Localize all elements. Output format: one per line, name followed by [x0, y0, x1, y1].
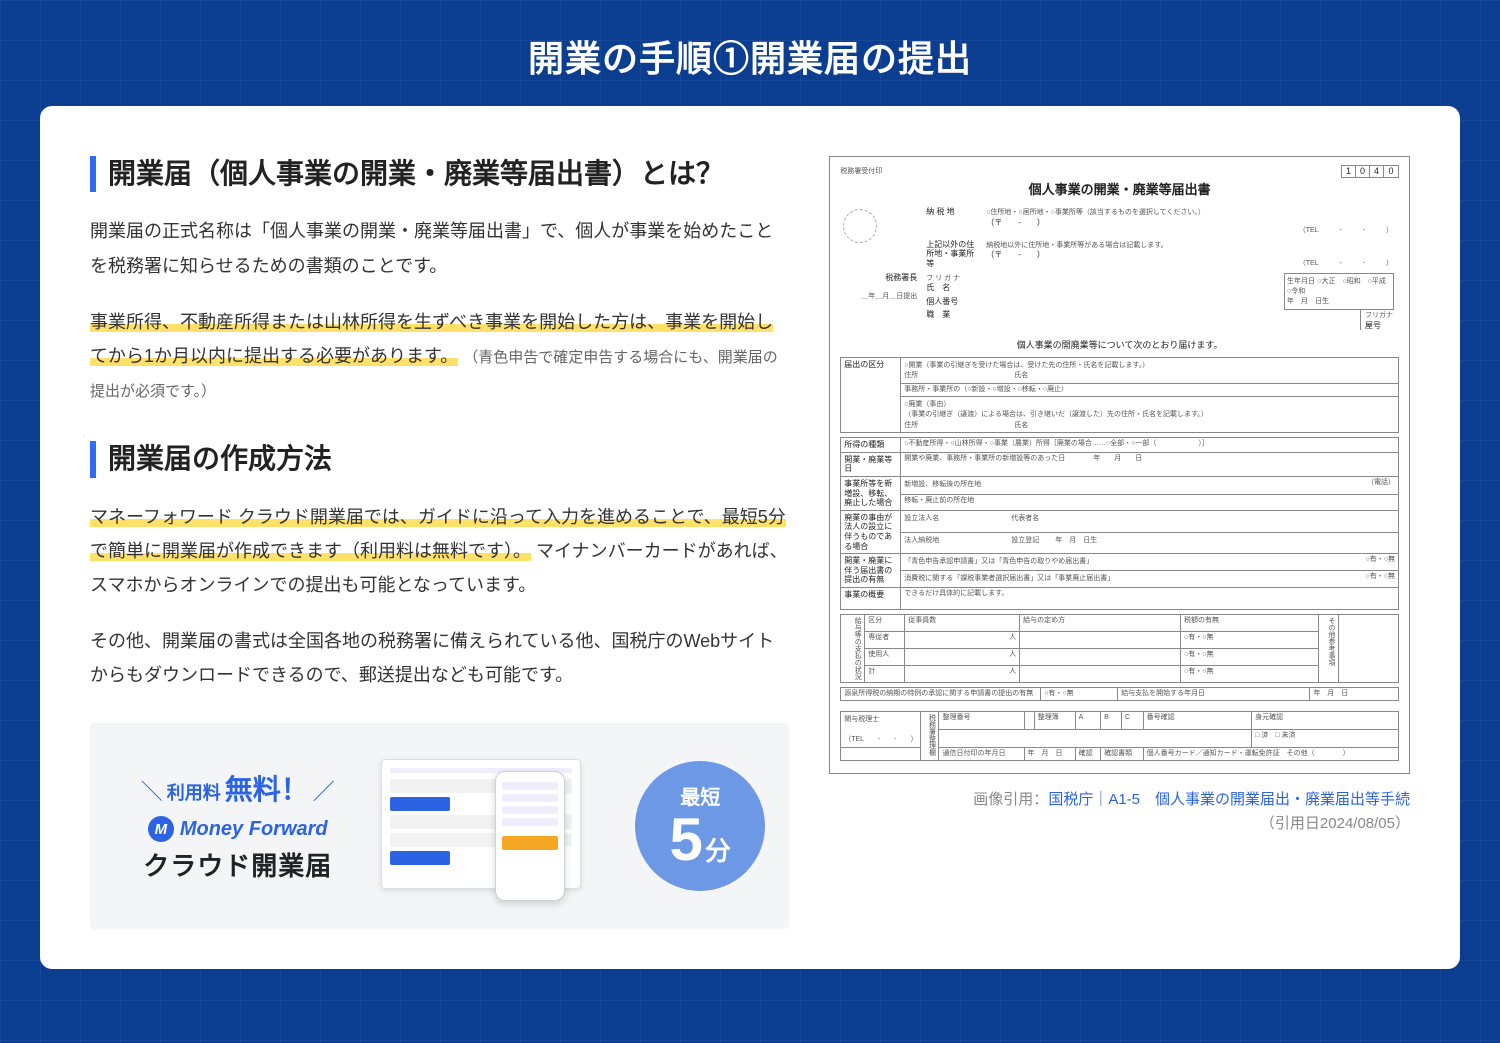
right-column: 税務署受付印 1040 個人事業の開業・廃業等届出書 税務署長 ＿年＿月＿日提出…: [829, 156, 1410, 929]
promo-free-line: ＼ 利用料 無料！ ／: [114, 768, 361, 808]
form-document-image: 税務署受付印 1040 個人事業の開業・廃業等届出書 税務署長 ＿年＿月＿日提出…: [829, 156, 1410, 774]
content-card: 開業届（個人事業の開業・廃業等届出書）とは？ 開業届の正式名称は「個人事業の開業…: [40, 106, 1460, 969]
section1-heading: 開業届（個人事業の開業・廃業等届出書）とは？: [90, 156, 789, 192]
citation-link[interactable]: 国税庁｜A1-5 個人事業の開業届出・廃業届出等手続: [1048, 791, 1410, 808]
section2-para2: その他、開業届の書式は全国各地の税務署に備えられている他、国税庁のWebサイトか…: [90, 624, 789, 692]
mock-phone: [495, 771, 565, 901]
promo-banner[interactable]: ＼ 利用料 無料！ ／ M Money Forward クラウド開業届: [90, 723, 789, 929]
page-title: 開業の手順①開業届の提出: [40, 30, 1460, 82]
section2-para1: マネーフォワード クラウド開業届では、ガイドに沿って入力を進めることで、最短5分…: [90, 500, 789, 603]
mf-logo: M Money Forward: [114, 816, 361, 842]
promo-left: ＼ 利用料 無料！ ／ M Money Forward クラウド開業届: [114, 768, 361, 883]
form-code: 1040: [1341, 165, 1399, 178]
mf-logo-text: Money Forward: [180, 818, 328, 841]
promo-product-name: クラウド開業届: [114, 846, 361, 883]
section1-para1: 開業届の正式名称は「個人事業の開業・廃業等届出書」で、個人が事業を始めたことを税…: [90, 214, 789, 282]
left-column: 開業届（個人事業の開業・廃業等届出書）とは？ 開業届の正式名称は「個人事業の開業…: [90, 156, 789, 929]
promo-badge: 最短 5 分: [635, 761, 765, 891]
promo-mockup: [381, 751, 615, 901]
stamp-circle: [843, 209, 877, 243]
mf-logo-icon: M: [148, 816, 174, 842]
citation: 画像引用：国税庁｜A1-5 個人事業の開業届出・廃業届出等手続 （引用日2024…: [973, 788, 1410, 836]
section1-para2: 事業所得、不動産所得または山林所得を生ずべき事業を開始した方は、事業を開始してか…: [90, 305, 789, 408]
form-title: 個人事業の開業・廃業等届出書: [840, 182, 1399, 198]
section2-heading: 開業届の作成方法: [90, 441, 789, 477]
